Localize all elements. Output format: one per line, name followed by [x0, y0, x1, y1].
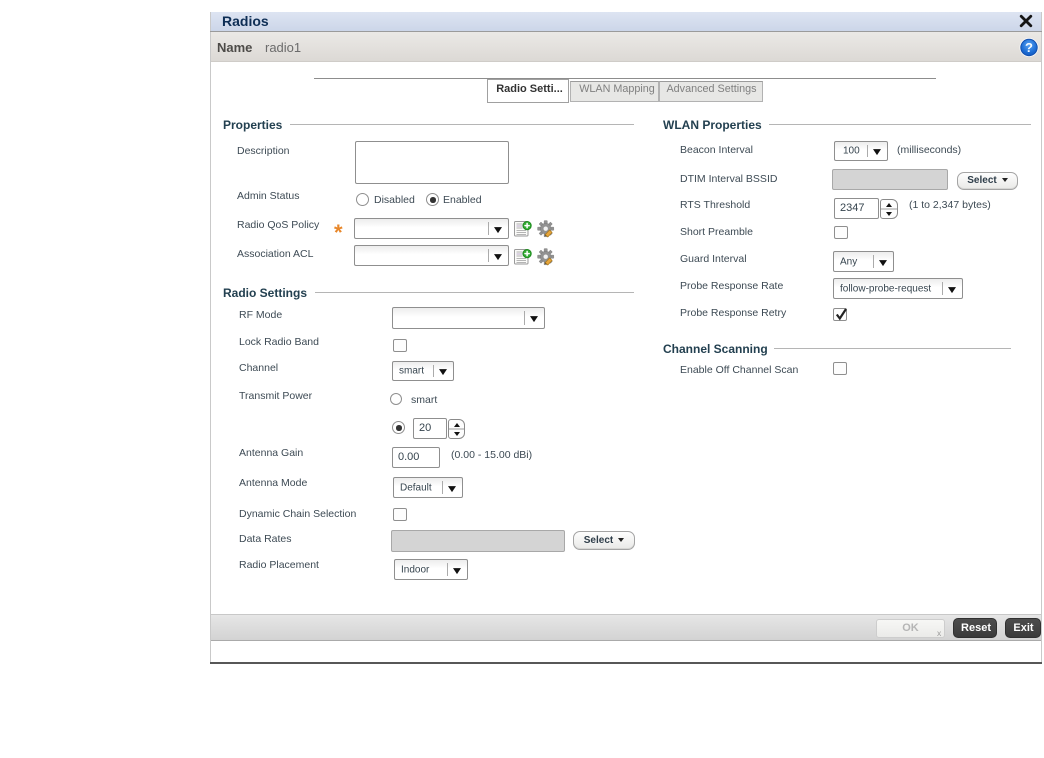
svg-text:?: ?	[1025, 40, 1033, 55]
